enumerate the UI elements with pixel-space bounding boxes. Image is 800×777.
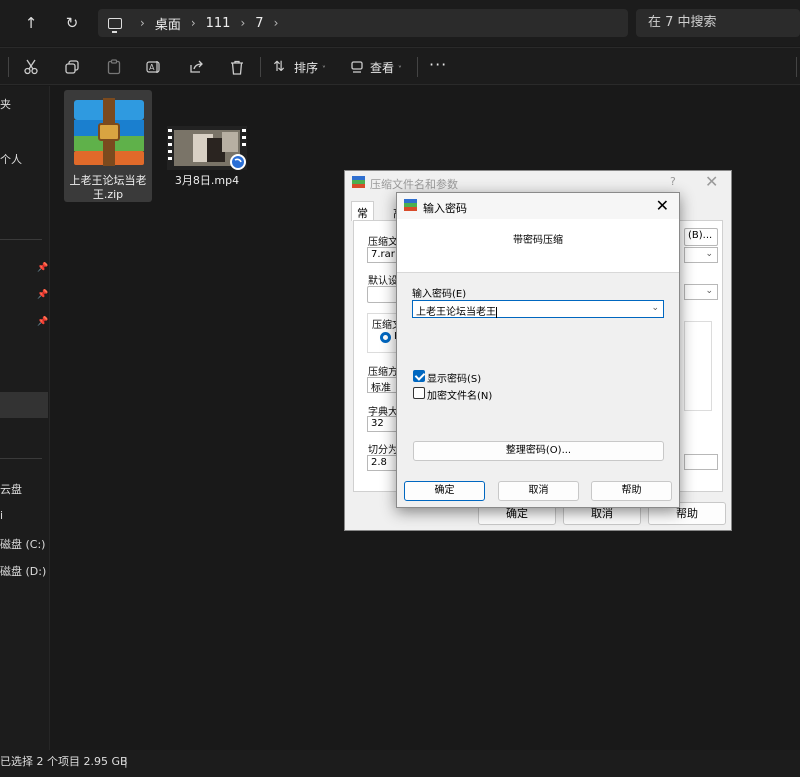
text-caret — [496, 306, 497, 318]
chevron-right-icon: › — [190, 16, 196, 30]
cut-icon[interactable] — [20, 56, 42, 78]
organize-passwords-button[interactable]: 整理密码(O)... — [413, 441, 664, 461]
tab-general[interactable]: 常规 — [351, 201, 374, 236]
address-bar: ↑ ↻ › 桌面 › 111 › 7 › 在 7 中搜索 — [0, 0, 800, 46]
search-input[interactable]: 在 7 中搜索 — [636, 9, 800, 37]
selection-status: 已选择 2 个项目 2.95 GB — [0, 755, 128, 768]
divider — [260, 57, 261, 77]
options-dropdown[interactable]: ⌄ — [684, 284, 718, 300]
command-bar: A ⇅ 排序 ˅ 查看 ˅ ··· — [0, 47, 800, 85]
winrar-icon — [352, 176, 365, 189]
pin-icon: 📌 — [37, 290, 49, 300]
help-button[interactable]: 帮助 — [591, 481, 672, 501]
chevron-down-icon: ⌄ — [705, 249, 713, 259]
navigation-pane: 夹 个人 📌 📌 📌 云盘 i 磁盘 (C:) 磁盘 (D:) — [0, 86, 50, 750]
format-radio-rar[interactable] — [380, 332, 391, 343]
copy-icon[interactable] — [61, 56, 83, 78]
chevron-down-icon: ⌄ — [705, 286, 713, 296]
cancel-button[interactable]: 取消 — [498, 481, 579, 501]
more-options-icon[interactable]: ··· — [429, 55, 447, 74]
chevron-right-icon: › — [140, 16, 145, 30]
chevron-right-icon: › — [240, 16, 246, 30]
chevron-down-icon: ˅ — [321, 65, 326, 74]
svg-text:A: A — [149, 63, 155, 72]
sidebar-item-folder[interactable]: 夹 — [0, 96, 11, 112]
sidebar-item-personal[interactable]: 个人 — [0, 151, 22, 167]
view-icon[interactable] — [346, 56, 368, 78]
show-password-label: 显示密码(S) — [427, 374, 482, 385]
password-input[interactable]: 上老王论坛当老王 ⌄ — [412, 300, 664, 318]
encrypt-names-label: 加密文件名(N) — [427, 391, 493, 402]
password-value: 上老王论坛当老王 — [416, 307, 496, 318]
file-item[interactable]: 3月8日.mp4 — [163, 90, 251, 202]
status-bar: 已选择 2 个项目 2.95 GB | — [0, 750, 800, 777]
sort-button[interactable]: 排序 ˅ — [294, 59, 326, 76]
dialog-subtitle: 带密码压缩 — [513, 235, 563, 246]
chevron-down-icon: ˅ — [397, 65, 402, 74]
chevron-right-icon[interactable]: › — [274, 16, 279, 30]
ok-button[interactable]: 确定 — [404, 481, 485, 501]
winrar-archive-icon — [74, 98, 144, 166]
close-icon[interactable]: ✕ — [705, 172, 718, 191]
password-label: 输入密码(E) — [412, 289, 467, 300]
view-label: 查看 — [370, 61, 395, 75]
browse-button[interactable]: (B)... — [684, 228, 718, 246]
dialog-title: 输入密码 — [423, 202, 467, 215]
sidebar-selected-item[interactable] — [0, 392, 48, 418]
close-icon[interactable]: ✕ — [656, 196, 669, 215]
view-button[interactable]: 查看 ˅ — [370, 59, 402, 76]
file-name: 3月8日.mp4 — [174, 174, 240, 187]
sidebar-item-drive-d[interactable]: 磁盘 (D:) — [0, 563, 46, 579]
breadcrumb[interactable]: › 桌面 › 111 › 7 › — [98, 9, 628, 37]
pin-icon: 📌 — [37, 263, 49, 273]
dialog-header: 带密码压缩 — [397, 219, 679, 273]
update-mode-dropdown[interactable]: ⌄ — [684, 247, 718, 263]
sidebar-item-cloud[interactable]: 云盘 — [0, 481, 22, 497]
chevron-down-icon[interactable]: ⌄ — [651, 303, 659, 313]
help-icon[interactable]: ? — [670, 175, 676, 188]
video-thumbnail-icon — [167, 126, 247, 170]
sidebar-item-onedrive[interactable]: i — [0, 509, 3, 522]
sort-label: 排序 — [294, 61, 319, 75]
pin-icon: 📌 — [37, 317, 49, 327]
encrypt-names-checkbox[interactable] — [413, 387, 425, 399]
file-name: 上老王论坛当老王.zip — [69, 174, 147, 201]
breadcrumb-item[interactable]: 7 — [255, 16, 263, 31]
dialog-titlebar: 输入密码 ✕ — [397, 193, 679, 219]
password-dialog: 输入密码 ✕ 带密码压缩 输入密码(E) 上老王论坛当老王 ⌄ 显示密码(S) … — [396, 192, 680, 508]
breadcrumb-item[interactable]: 111 — [206, 16, 231, 31]
dialog-title: 压缩文件名和参数 — [370, 178, 458, 191]
winrar-icon — [404, 199, 417, 212]
sort-icon[interactable]: ⇅ — [268, 56, 290, 78]
rename-icon[interactable]: A — [143, 56, 165, 78]
divider — [8, 57, 9, 77]
refresh-icon[interactable]: ↻ — [58, 9, 86, 37]
delete-icon[interactable] — [226, 56, 248, 78]
divider: | — [124, 755, 128, 768]
divider — [0, 458, 42, 459]
split-unit-dropdown[interactable] — [684, 454, 718, 470]
divider — [796, 57, 797, 77]
file-item[interactable]: 上老王论坛当老王.zip — [64, 90, 152, 202]
show-password-checkbox[interactable] — [413, 370, 425, 382]
breadcrumb-item[interactable]: 桌面 — [155, 14, 181, 33]
sidebar-item-drive-c[interactable]: 磁盘 (C:) — [0, 536, 45, 552]
options-group — [684, 321, 712, 411]
divider — [0, 239, 42, 240]
share-icon[interactable] — [185, 56, 207, 78]
arrow-up-icon[interactable]: ↑ — [17, 9, 45, 37]
monitor-icon — [108, 17, 122, 33]
divider — [417, 57, 418, 77]
paste-icon[interactable] — [103, 56, 125, 78]
